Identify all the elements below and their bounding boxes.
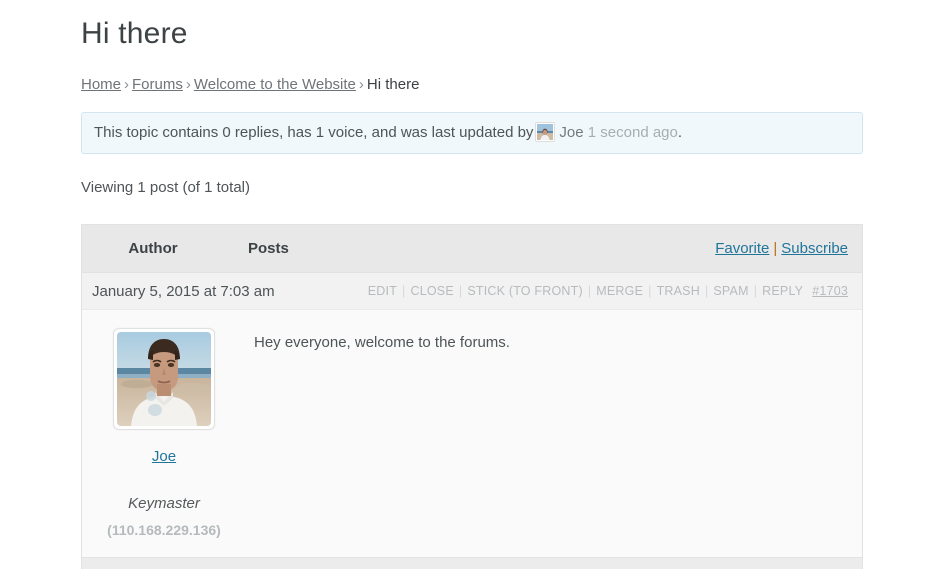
topic-actions: Favorite | Subscribe bbox=[715, 240, 848, 257]
admin-link-divider: | bbox=[753, 284, 758, 298]
admin-link-divider: | bbox=[458, 284, 463, 298]
column-header-posts: Posts bbox=[248, 240, 289, 257]
breadcrumb-item-home[interactable]: Home bbox=[81, 76, 121, 93]
post-date: January 5, 2015 at 7:03 am bbox=[92, 282, 275, 300]
post-action-merge[interactable]: MERGE bbox=[596, 284, 643, 298]
topic-status-notice: This topic contains 0 replies, has 1 voi… bbox=[81, 112, 863, 154]
post-count-summary: Viewing 1 post (of 1 total) bbox=[81, 179, 250, 196]
admin-link-divider: | bbox=[648, 284, 652, 298]
notice-text: This topic contains 0 replies, has 1 voi… bbox=[94, 124, 534, 141]
admin-link-divider: | bbox=[587, 284, 592, 298]
post-author-ip: (110.168.229.136) bbox=[107, 522, 221, 538]
user-avatar-large-icon[interactable] bbox=[113, 328, 215, 430]
post-action-close[interactable]: CLOSE bbox=[411, 284, 454, 298]
post-meta-row: January 5, 2015 at 7:03 am EDIT | CLOSE | ST… bbox=[82, 272, 862, 309]
actions-separator: | bbox=[773, 240, 778, 257]
post-author-role: Keymaster bbox=[128, 495, 200, 512]
post-action-edit[interactable]: EDIT bbox=[368, 284, 397, 298]
forum-topic-page: Hi there Home › Forums › Welcome to the Webs… bbox=[0, 0, 945, 569]
breadcrumb-separator: › bbox=[185, 76, 191, 93]
admin-link-divider: | bbox=[402, 284, 406, 298]
post-permalink[interactable]: #1703 bbox=[812, 284, 848, 298]
breadcrumb-item-welcome-to-the-website[interactable]: Welcome to the Website bbox=[194, 76, 356, 93]
post-action-reply[interactable]: REPLY bbox=[762, 284, 803, 298]
admin-link-divider: | bbox=[704, 284, 709, 298]
post-action-trash[interactable]: TRASH bbox=[657, 284, 700, 298]
column-header-author: Author bbox=[128, 240, 178, 257]
topic-table-footer bbox=[81, 557, 863, 569]
breadcrumb-separator: › bbox=[358, 76, 364, 93]
subscribe-link[interactable]: Subscribe bbox=[781, 240, 848, 257]
notice-author-name[interactable]: Joe bbox=[559, 124, 583, 141]
breadcrumb-separator: › bbox=[124, 76, 130, 93]
post-action-spam[interactable]: SPAM bbox=[713, 284, 748, 298]
topic-table-header: Author Posts Favorite | Subscribe bbox=[82, 225, 862, 272]
favorite-link[interactable]: Favorite bbox=[715, 240, 769, 257]
page-title: Hi there bbox=[81, 17, 188, 50]
post-action-stick[interactable]: STICK (TO FRONT) bbox=[467, 284, 582, 298]
page-content-wrapper: Hi there Home › Forums › Welcome to the Webs… bbox=[81, 0, 863, 569]
user-avatar-thumbnail-icon bbox=[535, 122, 556, 142]
breadcrumb-item-current: Hi there bbox=[366, 76, 420, 93]
breadcrumb-item-forums[interactable]: Forums bbox=[132, 76, 183, 93]
topic-table: Author Posts Favorite | Subscribe January … bbox=[81, 224, 863, 557]
post-content-text: Hey everyone, welcome to the forums. bbox=[254, 334, 510, 351]
post-author-column: Joe Keymaster (110.168.229.136) bbox=[82, 328, 246, 557]
notice-trailing-period: . bbox=[677, 124, 683, 141]
post-author-link[interactable]: Joe bbox=[82, 448, 246, 465]
post-body: Joe Keymaster (110.168.229.136) Hey ever… bbox=[82, 309, 862, 557]
post-admin-links: EDIT | CLOSE | STICK (TO FRONT) | MERGE | TRASH |… bbox=[368, 284, 848, 298]
notice-time-ago: 1 second ago bbox=[587, 124, 678, 141]
post-content-column: Hey everyone, welcome to the forums. bbox=[246, 328, 862, 557]
breadcrumb: Home › Forums › Welcome to the Website › Hi th… bbox=[81, 75, 863, 95]
